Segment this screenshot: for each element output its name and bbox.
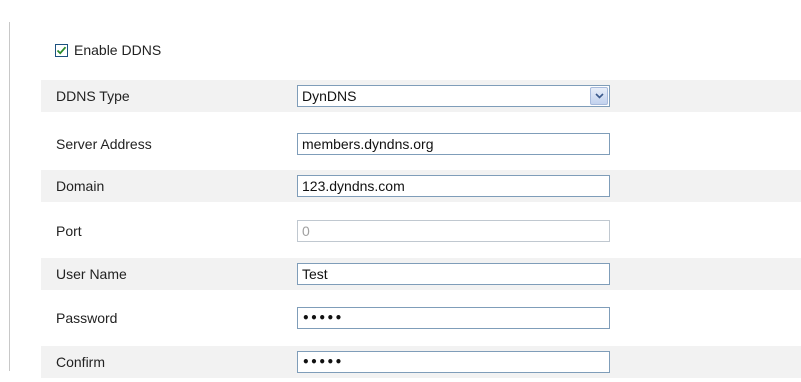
dropdown-button[interactable] [590, 87, 608, 105]
domain-input[interactable] [297, 175, 610, 197]
port-label: Port [56, 223, 82, 239]
confirm-password-input[interactable] [297, 351, 610, 373]
chevron-down-icon [594, 93, 604, 99]
server-address-row: Server Address [41, 128, 801, 160]
server-address-input[interactable] [297, 133, 610, 155]
confirm-label: Confirm [56, 354, 106, 370]
enable-ddns-checkbox[interactable] [55, 43, 68, 57]
password-label: Password [56, 310, 118, 326]
enable-ddns-option[interactable]: Enable DDNS [55, 40, 161, 60]
ddns-type-label: DDNS Type [56, 88, 130, 104]
domain-row: Domain [41, 170, 801, 202]
user-name-input[interactable] [297, 263, 610, 285]
domain-label: Domain [56, 178, 105, 194]
server-address-label: Server Address [56, 136, 152, 152]
password-row: Password [41, 302, 801, 334]
user-name-row: User Name [41, 258, 801, 290]
ddns-type-value: DynDNS [302, 88, 357, 104]
confirm-row: Confirm [41, 346, 801, 378]
left-divider [9, 22, 10, 371]
checkmark-icon [56, 46, 67, 55]
enable-ddns-label: Enable DDNS [74, 42, 162, 58]
user-name-label: User Name [56, 266, 127, 282]
port-input[interactable] [297, 220, 610, 242]
password-input[interactable] [297, 307, 610, 329]
ddns-type-select[interactable]: DynDNS [297, 85, 610, 107]
port-row: Port [41, 215, 801, 247]
ddns-type-row: DDNS Type DynDNS [41, 80, 801, 112]
